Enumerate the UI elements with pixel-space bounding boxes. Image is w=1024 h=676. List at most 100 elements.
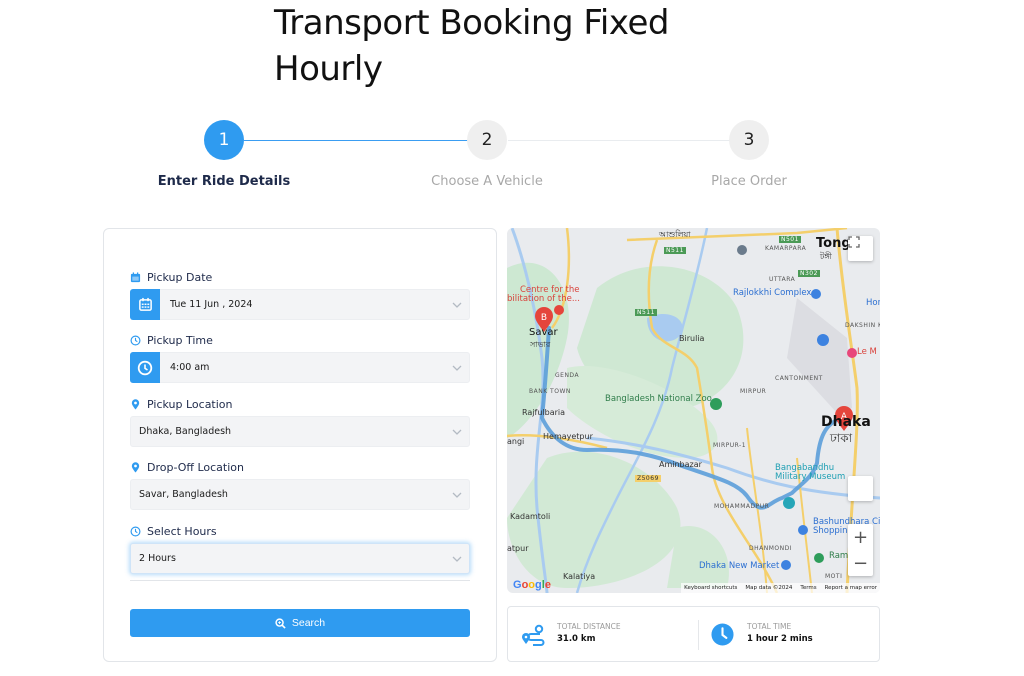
map-label: angi — [507, 437, 525, 446]
poi-shopping-icon — [811, 289, 821, 299]
ride-details-form: Pickup Date Tue 11 Jun , 2024 Pickup Tim… — [103, 228, 497, 662]
fullscreen-button[interactable] — [848, 236, 873, 261]
pickup-location-select[interactable]: Dhaka, Bangladesh — [130, 416, 470, 447]
progress-stepper: 1 2 3 Enter Ride Details Choose A Vehicl… — [0, 118, 1024, 198]
map-label: Shopping — [813, 526, 853, 536]
poi-museum-icon — [783, 497, 795, 509]
map-label: DAKSHIN KH — [845, 322, 880, 329]
pickup-time-value: 4:00 am — [170, 362, 210, 373]
step-3-label: Place Order — [711, 174, 787, 189]
map-label: KAMARPARA — [765, 245, 807, 252]
select-hours-label-text: Select Hours — [147, 525, 217, 538]
search-button-label: Search — [291, 617, 326, 629]
map-label: Dhaka — [821, 414, 871, 430]
chevron-down-icon — [445, 492, 469, 498]
pickup-time-select[interactable]: 4:00 am — [130, 352, 470, 383]
keyboard-shortcuts-link[interactable]: Keyboard shortcuts — [684, 585, 737, 591]
select-hours-value: 2 Hours — [139, 553, 176, 564]
map-label: Hor — [866, 298, 880, 308]
zoom-in-button[interactable]: + — [848, 524, 873, 550]
map-label: Hemayetpur — [543, 432, 593, 441]
step-connector-pending — [508, 140, 730, 141]
step-3-circle[interactable]: 3 — [729, 120, 769, 160]
route-icon — [522, 624, 545, 646]
map-label: Bangladesh National Zoo — [605, 394, 712, 404]
map-label: আশুলিয়া — [659, 230, 691, 239]
total-time-value: 1 hour 2 mins — [747, 634, 813, 644]
chevron-down-icon — [445, 556, 469, 562]
street-view-button[interactable] — [848, 476, 873, 501]
map-label: BANK TOWN — [529, 388, 571, 395]
calendar-icon — [138, 297, 152, 311]
map-label: Military Museum — [775, 472, 846, 482]
pickup-time-label-text: Pickup Time — [147, 334, 213, 347]
chevron-down-icon — [445, 365, 469, 371]
zoom-controls: + − — [848, 524, 873, 576]
form-divider — [130, 580, 470, 581]
map-label: Kalatiya — [563, 572, 596, 581]
map-label: Birulia — [679, 334, 705, 343]
map-green-area — [667, 526, 729, 588]
total-time-caption: Total Time — [747, 622, 792, 631]
pickup-date-label-text: Pickup Date — [147, 271, 213, 284]
report-error-link[interactable]: Report a map error — [825, 585, 877, 591]
pickup-location-label-text: Pickup Location — [147, 398, 233, 411]
poi-hotel-icon — [847, 348, 857, 358]
step-1-circle[interactable]: 1 — [204, 120, 244, 160]
pickup-date-label: Pickup Date — [130, 271, 212, 284]
map-label: Rajfulbaria — [522, 408, 566, 417]
chevron-down-icon — [445, 429, 469, 435]
clock-icon — [711, 623, 734, 646]
step-2-label: Choose A Vehicle — [431, 174, 543, 189]
terms-link[interactable]: Terms — [800, 585, 816, 591]
route-map[interactable]: B A আশুলিয়া KAMARPARA Tongi টঙ্গী UTTAR… — [507, 228, 880, 593]
dropoff-location-value: Savar, Bangladesh — [139, 489, 228, 500]
clock-prefix — [130, 352, 160, 383]
pickup-date-select[interactable]: Tue 11 Jun , 2024 — [130, 289, 470, 320]
map-label: ঢাকা — [830, 431, 853, 445]
fullscreen-icon — [848, 236, 860, 248]
map-label: DHANMONDI — [749, 545, 793, 552]
road-shield: N501 — [779, 236, 801, 243]
trip-summary: Total Distance 31.0 km Total Time 1 hour… — [507, 606, 880, 662]
calendar-prefix — [130, 289, 160, 320]
map-label: MOHAMMADPUR — [714, 503, 770, 510]
map-label: UTTARA — [769, 276, 796, 283]
poi-shopping-icon — [781, 560, 791, 570]
dropoff-location-select[interactable]: Savar, Bangladesh — [130, 479, 470, 510]
poi-school-icon — [737, 245, 747, 255]
map-data-text: Map data ©2024 — [745, 585, 793, 591]
select-hours-select[interactable]: 2 Hours — [130, 543, 470, 574]
step-2-circle[interactable]: 2 — [467, 120, 507, 160]
pickup-location-value: Dhaka, Bangladesh — [139, 426, 232, 437]
pickup-time-label: Pickup Time — [130, 334, 213, 347]
map-attribution: Keyboard shortcuts Map data ©2024 Terms … — [681, 583, 880, 593]
google-logo[interactable]: Google — [513, 579, 551, 591]
poi-hospital-icon — [554, 305, 564, 315]
map-airport — [787, 298, 852, 413]
marker-b-letter: B — [541, 313, 547, 323]
road-shield: N511 — [635, 309, 657, 316]
map-label: GENDA — [555, 372, 580, 379]
map-pin-icon — [131, 399, 140, 410]
calendar-icon — [130, 272, 141, 283]
pickup-location-label: Pickup Location — [130, 398, 233, 411]
map-label: টঙ্গী — [820, 252, 832, 261]
step-connector-completed — [244, 140, 468, 141]
pickup-date-value: Tue 11 Jun , 2024 — [170, 299, 253, 310]
summary-divider — [698, 620, 699, 650]
poi-shopping-icon — [798, 525, 808, 535]
search-icon — [275, 617, 286, 629]
map-label: MIRPUR — [740, 388, 767, 395]
clock-icon — [137, 360, 153, 375]
zoom-out-button[interactable]: − — [848, 550, 873, 576]
search-button[interactable]: Search — [130, 609, 470, 637]
map-label: Aminbazar — [659, 460, 702, 469]
poi-park-icon — [814, 553, 824, 563]
road-shield: Z5069 — [635, 475, 661, 482]
map-label: MIRPUR-1 — [713, 442, 747, 449]
dropoff-location-label-text: Drop-Off Location — [147, 461, 244, 474]
map-label: Rajlokkhi Complex — [733, 288, 812, 298]
step-1-label: Enter Ride Details — [157, 174, 291, 189]
poi-airport-icon — [817, 334, 829, 346]
